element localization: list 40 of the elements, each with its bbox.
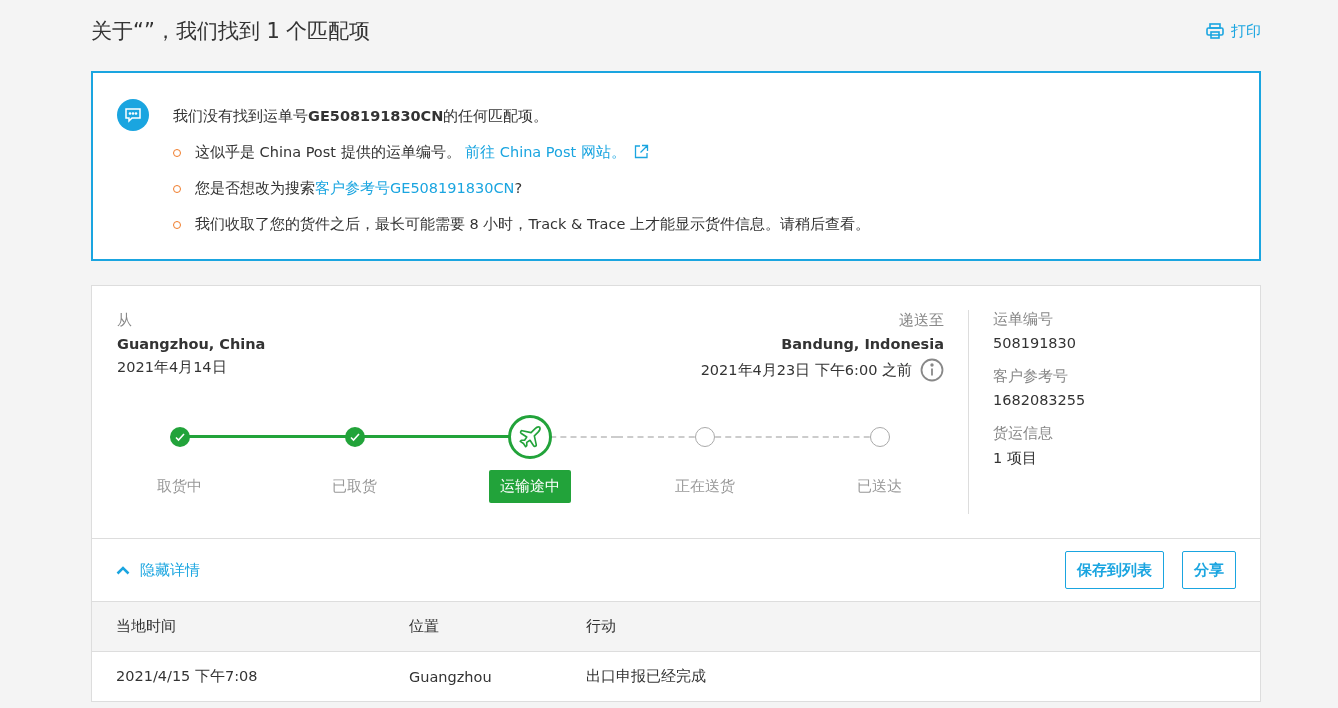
column-header: 位置 bbox=[409, 617, 440, 636]
column-header: 当地时间 bbox=[116, 617, 177, 636]
notice-text: 您是否想改为搜索客户参考号GE508191830CN? bbox=[195, 179, 523, 198]
origin-date: 2021年4月14日 bbox=[117, 358, 227, 377]
table-cell-text: Guangzhou bbox=[409, 668, 493, 685]
step-label: 正在送货 bbox=[673, 476, 736, 497]
chat-icon bbox=[117, 99, 149, 131]
info-value: 1 项目 bbox=[993, 449, 1038, 468]
action-button[interactable]: 分享 bbox=[1182, 551, 1236, 589]
external-link-icon bbox=[633, 144, 649, 159]
notice-link[interactable]: 客户参考号GE508191830CN bbox=[315, 180, 515, 196]
notice-text: 我们收取了您的货件之后，最长可能需要 8 小时，Track & Trace 上才能显示货件信息。请稍后查看。 bbox=[195, 215, 870, 234]
column-header: 行动 bbox=[586, 617, 617, 636]
airplane-icon bbox=[516, 424, 543, 450]
printer-icon bbox=[1206, 23, 1224, 39]
step-label: 已送达 bbox=[856, 476, 903, 497]
table-cell-text: 出口申报已经完成 bbox=[586, 667, 707, 686]
info-label: 运单编号 bbox=[993, 310, 1054, 329]
step-label: 运输途中 bbox=[488, 470, 571, 503]
step-label: 取货中 bbox=[156, 476, 203, 497]
chevron-icon bbox=[116, 565, 130, 575]
info-label: 货运信息 bbox=[993, 424, 1054, 443]
no-match-message: 我们没有找到运单号GE508191830CN的任何匹配项。 bbox=[173, 107, 550, 126]
info-value: 508191830 bbox=[993, 335, 1078, 351]
delivery-date: 2021年4月23日 下午6:00 之前 bbox=[700, 360, 912, 380]
notice-link[interactable]: 前往 China Post 网站。 bbox=[465, 144, 626, 160]
info-value: 1682083255 bbox=[993, 392, 1086, 408]
action-button[interactable]: 保存到列表 bbox=[1065, 551, 1164, 589]
notice-text: 这似乎是 China Post 提供的运单编号。 前往 China Post 网站。 bbox=[195, 143, 649, 162]
origin-city: Guangzhou, China bbox=[117, 336, 266, 352]
step-label: 已取货 bbox=[331, 476, 378, 497]
print-link[interactable]: 打印 bbox=[1206, 21, 1261, 41]
results-title: 关于“”，我们找到 1 个匹配项 bbox=[91, 18, 371, 45]
destination-label: 递送至 bbox=[899, 311, 944, 330]
hide-details-link[interactable]: 隐藏详情 bbox=[116, 560, 200, 580]
info-label: 客户参考号 bbox=[993, 367, 1069, 386]
destination-city: Bandung, Indonesia bbox=[781, 336, 944, 352]
origin-label: 从 bbox=[117, 311, 132, 330]
table-cell-text: 2021/4/15 下午7:08 bbox=[116, 667, 259, 686]
info-icon[interactable] bbox=[920, 358, 944, 382]
